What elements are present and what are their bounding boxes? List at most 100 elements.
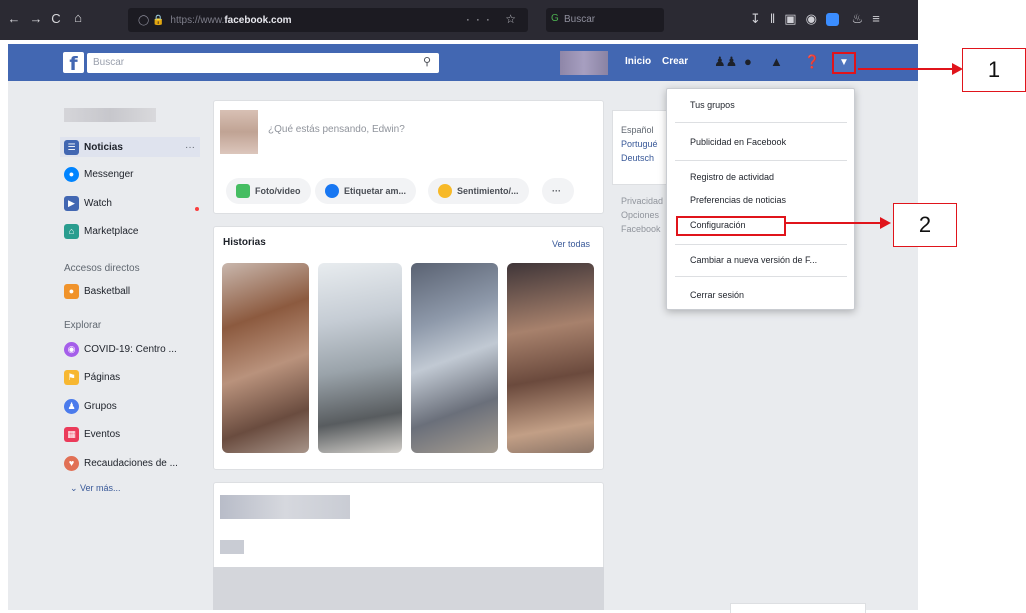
more-options-icon[interactable]: ··· [185, 142, 195, 153]
library-icon[interactable]: ‖ [770, 11, 784, 26]
account-menu-caret-button[interactable]: ▼ [832, 52, 856, 74]
url-bar[interactable]: ◯ 🔒 https://www.facebook.com ··· ☆ [128, 8, 528, 32]
sidebar-item-basketball[interactable]: ● Basketball [64, 281, 130, 301]
sidebar-item-noticias[interactable]: ☰ Noticias [60, 137, 200, 157]
sidebar-item-marketplace[interactable]: ⌂ Marketplace [64, 221, 138, 241]
messenger-icon[interactable]: ● [744, 54, 752, 69]
url-text: https://www.facebook.com [170, 15, 291, 26]
reload-icon[interactable]: C [46, 11, 66, 26]
pages-icon: ⚑ [64, 369, 79, 385]
facebook-search-input[interactable]: Buscar ⚲ [87, 53, 439, 73]
menu-item-cerrar-sesion[interactable]: Cerrar sesión [690, 290, 744, 300]
see-more-link[interactable]: ⌄ Ver más... [70, 483, 121, 494]
sidebar-item-label: COVID-19: Centro ... [84, 343, 177, 355]
facebook-logo[interactable]: f [63, 52, 84, 75]
photo-icon [236, 184, 250, 198]
story-thumbnail[interactable] [318, 263, 402, 453]
sidebar-item-label: Páginas [84, 371, 121, 383]
sidebar-item-label: Eventos [84, 428, 121, 440]
annotation-arrowhead-2 [880, 217, 891, 229]
user-name-blurred[interactable] [64, 108, 156, 122]
browser-search-placeholder: Buscar [564, 14, 596, 25]
photo-video-label: Foto/video [255, 186, 301, 196]
profile-avatar[interactable] [560, 51, 608, 75]
nav-inicio[interactable]: Inicio [625, 56, 651, 67]
post-image-blurred[interactable] [213, 567, 604, 610]
hamburger-menu-icon[interactable]: ≡ [872, 11, 889, 26]
help-icon[interactable]: ❓ [804, 54, 820, 70]
feeling-label: Sentimiento/... [457, 186, 519, 196]
friends-icon[interactable]: ♟♟ [714, 54, 737, 70]
chat-bar[interactable] [730, 603, 866, 613]
footer-link[interactable]: Privacidad [621, 196, 663, 206]
footer-link[interactable]: Opciones [621, 210, 659, 220]
page-actions-icon[interactable]: ··· ☆ [466, 12, 522, 26]
annotation-arrow-2 [786, 222, 882, 224]
groups-icon: ♟ [64, 398, 79, 414]
shield-icon: ◯ 🔒 [138, 14, 165, 26]
menu-divider [675, 244, 847, 245]
sidebar-item-label: Marketplace [84, 225, 139, 237]
language-link[interactable]: Portugué [621, 139, 658, 149]
forward-arrow-icon[interactable]: → [26, 11, 46, 26]
sidebar-item-label: Grupos [84, 400, 117, 412]
menu-item-registro-actividad[interactable]: Registro de actividad [690, 172, 774, 182]
sidebar-item-eventos[interactable]: ▦ Eventos [64, 424, 120, 444]
sidebar-item-covid[interactable]: ◉ COVID-19: Centro ... [64, 339, 177, 359]
tag-friends-label: Etiquetar am... [344, 186, 407, 196]
composer-avatar [220, 110, 258, 154]
composer-input[interactable]: ¿Qué estás pensando, Edwin? [268, 124, 405, 135]
annotation-label-1: 1 [962, 48, 1026, 92]
search-icon[interactable]: ⚲ [423, 55, 431, 68]
basketball-icon: ● [64, 283, 79, 299]
stories-title: Historias [223, 237, 266, 248]
menu-item-publicidad[interactable]: Publicidad en Facebook [690, 137, 786, 147]
sidebar-item-label: Messenger [84, 168, 134, 180]
language-link[interactable]: Deutsch [621, 153, 654, 163]
story-thumbnail[interactable] [411, 263, 498, 453]
sidebar-item-messenger[interactable]: ● Messenger [64, 164, 133, 184]
covid-icon: ◉ [64, 341, 79, 357]
configuracion-highlight-box [676, 216, 786, 236]
extensions-icon[interactable]: ♨ [852, 11, 873, 26]
post-meta-blurred [220, 540, 244, 554]
sidebar-icon[interactable]: ▣ [784, 11, 805, 26]
url-domain: facebook.com [224, 14, 292, 26]
extension-icon[interactable]: ◉ [806, 11, 826, 26]
menu-item-tus-grupos[interactable]: Tus grupos [690, 100, 735, 110]
search-engine-icon: G [551, 13, 559, 24]
browser-toolbar: ← → C ⌂ ◯ 🔒 https://www.facebook.com ···… [0, 0, 918, 40]
tag-friends-button[interactable]: Etiquetar am... [315, 178, 417, 204]
photo-video-button[interactable]: Foto/video [226, 178, 311, 204]
url-prefix: https://www. [170, 14, 225, 26]
sidebar-item-paginas[interactable]: ⚑ Páginas [64, 367, 120, 387]
page-actions-dots: ··· [465, 12, 496, 26]
facebook-header: f Buscar ⚲ Inicio Crear ♟♟ ● ▲ ❓ ▼ [8, 44, 918, 81]
home-icon[interactable]: ⌂ [68, 10, 88, 25]
bell-icon[interactable]: ▲ [770, 54, 783, 69]
menu-item-nueva-version[interactable]: Cambiar a nueva versión de F... [690, 255, 817, 265]
post-author-blurred[interactable] [220, 495, 350, 519]
events-icon: ▦ [64, 426, 79, 442]
back-arrow-icon[interactable]: ← [4, 11, 24, 26]
more-actions-button[interactable]: ··· [542, 178, 574, 204]
account-icon[interactable] [825, 13, 839, 27]
sidebar-item-label: Watch [84, 197, 112, 209]
sidebar-item-watch[interactable]: ▶ Watch [64, 193, 112, 213]
browser-search-input[interactable]: G Buscar [546, 8, 664, 32]
sidebar-item-label: Basketball [84, 285, 131, 297]
sidebar-item-recaudaciones[interactable]: ♥ Recaudaciones de ... [64, 453, 178, 473]
story-thumbnail[interactable] [507, 263, 594, 453]
nav-crear[interactable]: Crear [662, 56, 688, 67]
sidebar-item-grupos[interactable]: ♟ Grupos [64, 396, 117, 416]
annotation-label-2: 2 [893, 203, 957, 247]
menu-item-preferencias-noticias[interactable]: Preferencias de noticias [690, 195, 786, 205]
notification-dot [195, 207, 199, 211]
download-icon[interactable]: ↧ [750, 11, 770, 26]
watch-icon: ▶ [64, 195, 79, 211]
stories-see-all-link[interactable]: Ver todas [552, 239, 590, 249]
footer-link[interactable]: Facebook [621, 224, 661, 234]
feeling-activity-button[interactable]: Sentimiento/... [428, 178, 529, 204]
explore-heading: Explorar [64, 320, 102, 331]
story-thumbnail[interactable] [222, 263, 309, 453]
